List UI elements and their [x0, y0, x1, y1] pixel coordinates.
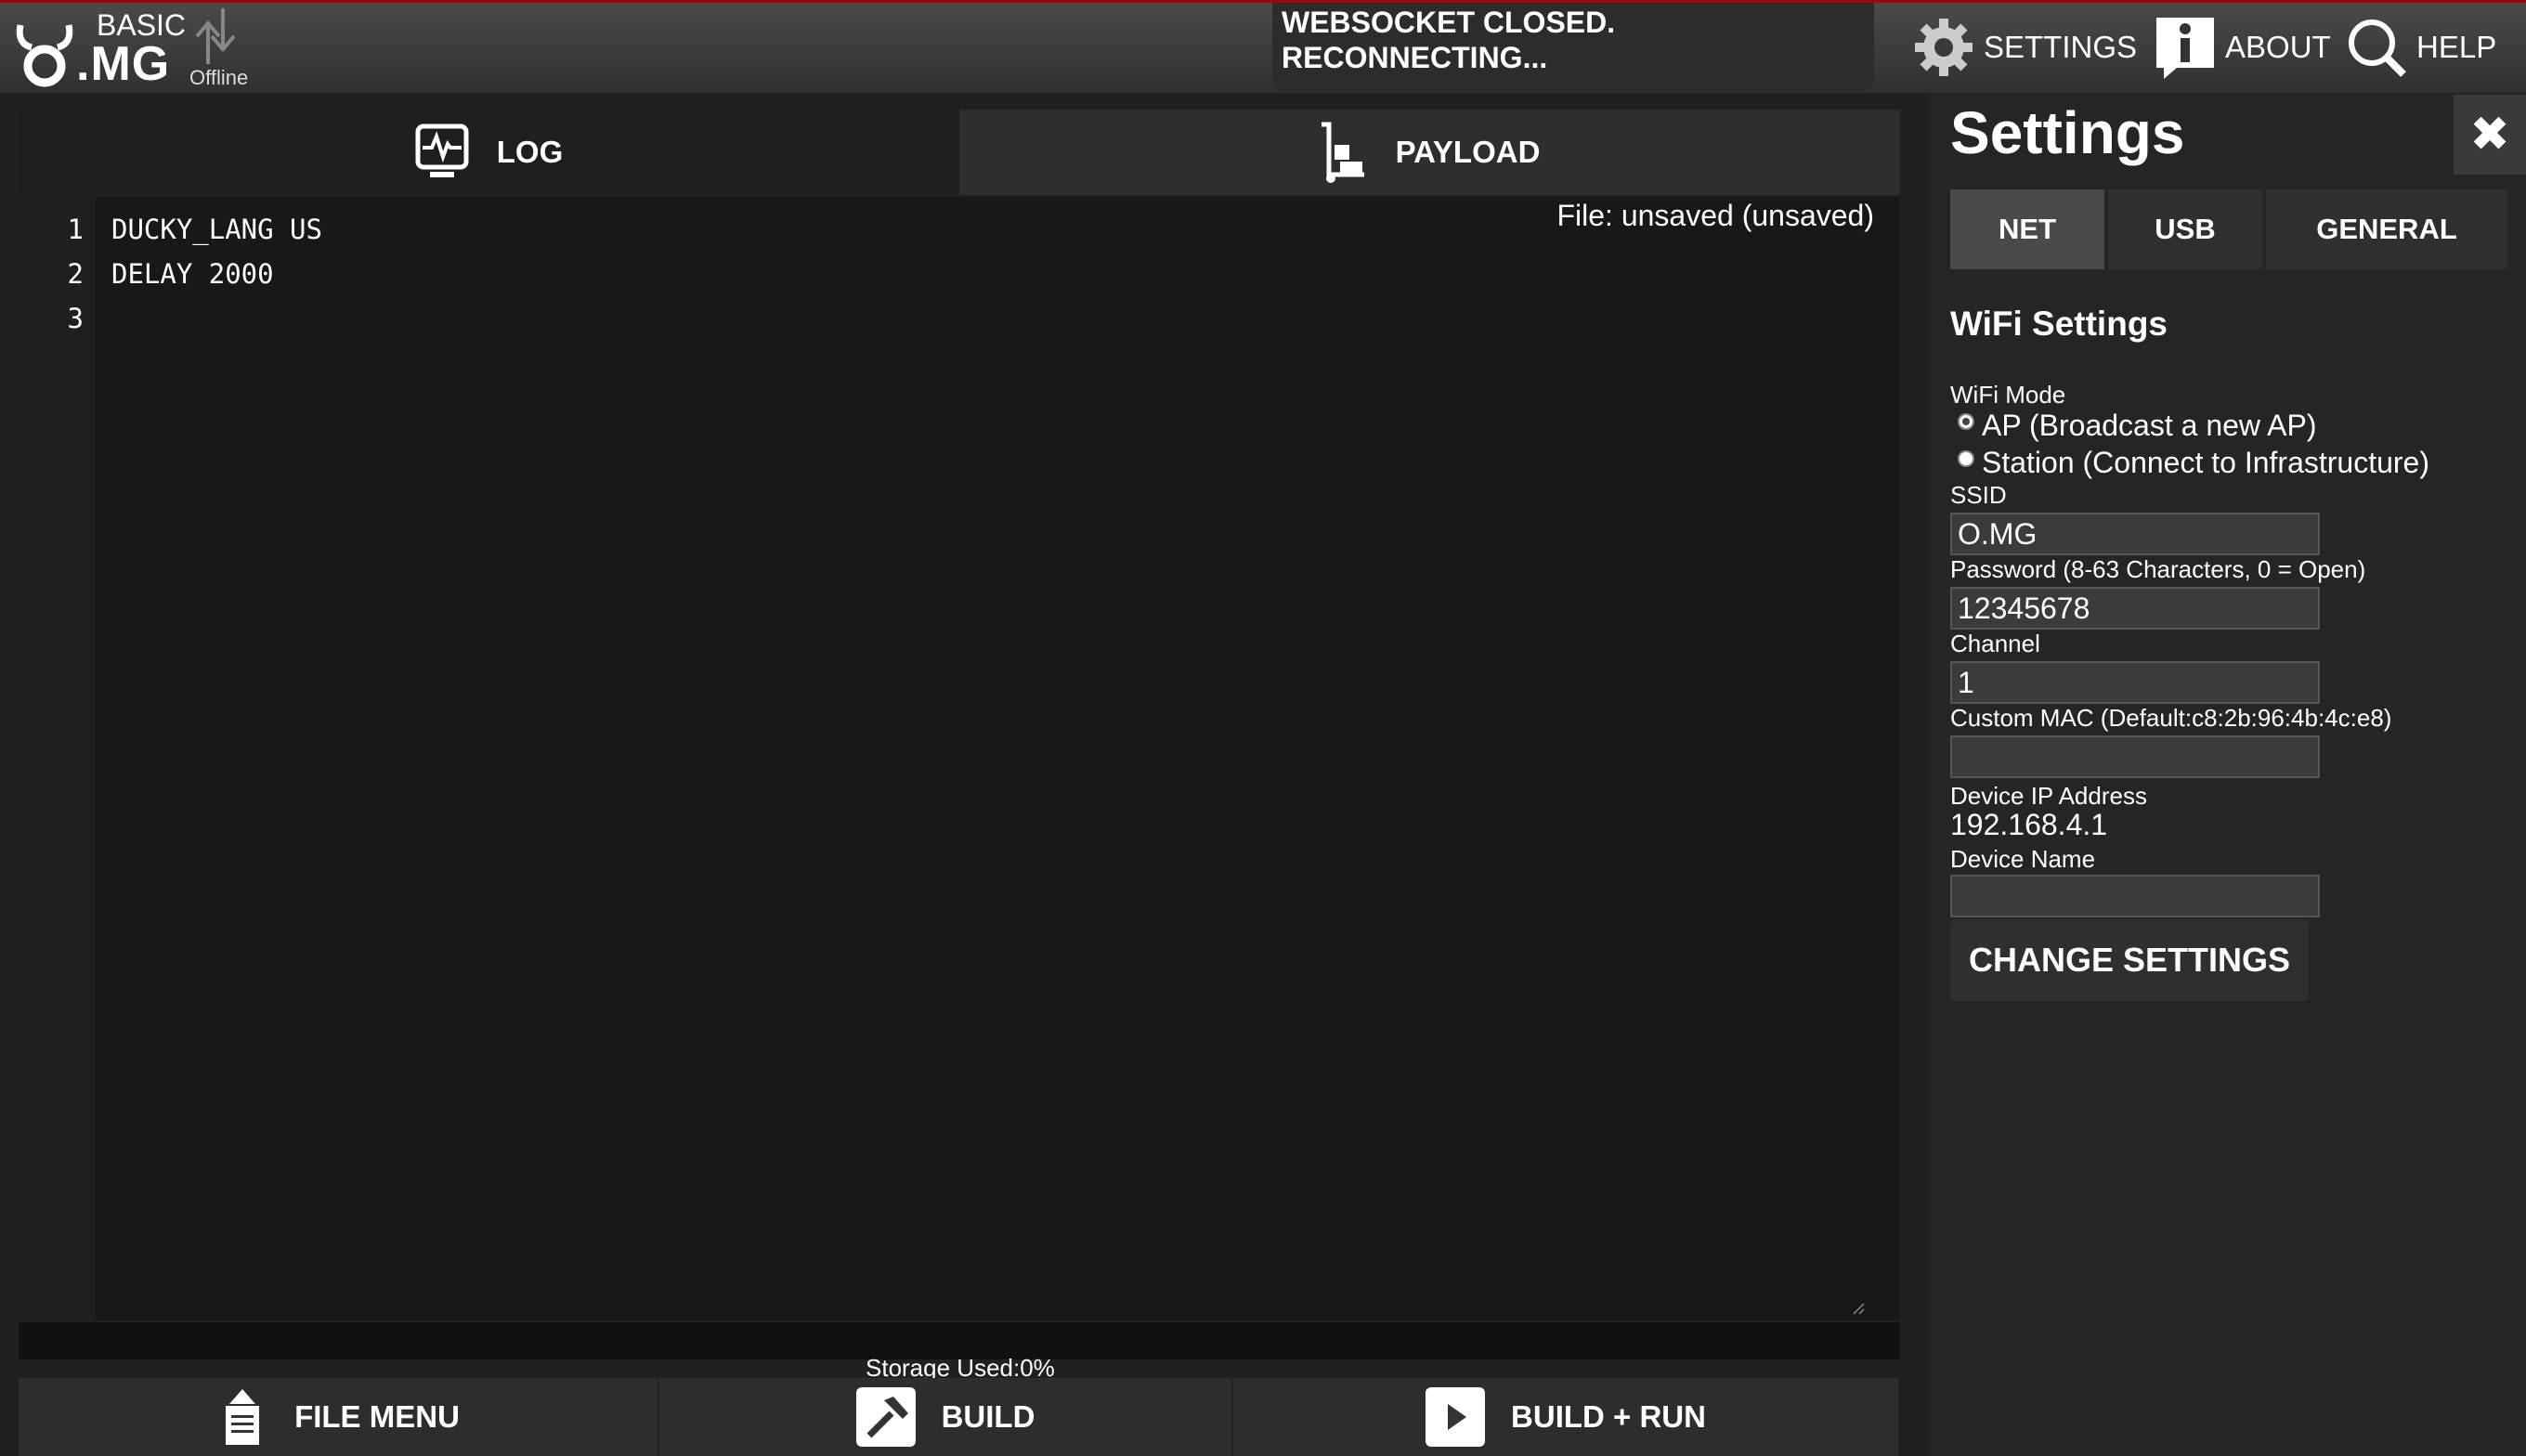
- build-run-label: BUILD + RUN: [1511, 1399, 1706, 1434]
- settings-nav-button[interactable]: SETTINGS: [1911, 14, 2137, 81]
- ap-radio-label: AP (Broadcast a new AP): [1982, 409, 2317, 442]
- wifi-mode-station-option[interactable]: Station (Connect to Infrastructure): [1958, 446, 2429, 480]
- custom-mac-label: Custom MAC (Default:c8:2b:96:4b:4c:e8): [1950, 704, 2392, 732]
- ap-radio[interactable]: [1958, 412, 1974, 430]
- resize-grip-icon[interactable]: [1852, 1302, 1865, 1315]
- help-nav-button[interactable]: HELP: [2344, 14, 2496, 81]
- wifi-mode-label: WiFi Mode: [1950, 381, 2066, 409]
- device-ip-label: Device IP Address: [1950, 782, 2147, 810]
- view-tabs: LOG PAYLOAD: [19, 110, 1900, 195]
- logo-omg-text: .MG: [76, 37, 171, 91]
- gear-icon: [1915, 19, 1973, 76]
- bottom-action-bar: FILE MENU BUILD BUILD + RUN: [19, 1378, 1900, 1456]
- about-nav-label: ABOUT: [2225, 30, 2331, 64]
- build-label: BUILD: [941, 1399, 1035, 1434]
- station-radio[interactable]: [1958, 449, 1974, 467]
- subtab-general[interactable]: GENERAL: [2266, 189, 2507, 269]
- tab-log[interactable]: LOG: [19, 110, 959, 195]
- tab-payload-label: PAYLOAD: [1395, 135, 1541, 169]
- file-status-label: File: unsaved (unsaved): [1556, 199, 1874, 232]
- websocket-status-banner: WEBSOCKET CLOSED. RECONNECTING...: [1272, 3, 1874, 92]
- search-help-icon: [2349, 20, 2406, 77]
- monitor-pulse-icon: [415, 124, 469, 177]
- subtab-usb[interactable]: USB: [2108, 189, 2262, 269]
- cable-horns-icon: [16, 24, 73, 87]
- connection-status: Offline: [189, 66, 249, 89]
- file-menu-label: FILE MENU: [294, 1399, 460, 1434]
- device-ip-value: 192.168.4.1: [1950, 808, 2108, 841]
- file-menu-button[interactable]: FILE MENU: [19, 1378, 659, 1456]
- play-icon: [1426, 1387, 1486, 1447]
- channel-label: Channel: [1950, 630, 2040, 657]
- hammer-icon: [855, 1387, 916, 1447]
- wifi-settings-heading: WiFi Settings: [1950, 305, 2168, 343]
- about-nav-button[interactable]: ABOUT: [2153, 14, 2331, 81]
- settings-nav-label: SETTINGS: [1984, 30, 2138, 64]
- help-nav-label: HELP: [2416, 30, 2497, 64]
- hand-truck-icon: [1321, 122, 1364, 183]
- change-settings-button[interactable]: CHANGE SETTINGS: [1950, 919, 2309, 1001]
- tab-payload[interactable]: PAYLOAD: [959, 110, 1900, 195]
- settings-subtabs: NET USB GENERAL: [1950, 189, 2511, 269]
- line-number: 1: [67, 214, 84, 245]
- line-number: 3: [67, 303, 84, 334]
- payload-code-editor[interactable]: 1 2 3 DUCKY_LANG US DELAY 2000 File: uns…: [19, 197, 1900, 1320]
- close-icon: ✖: [2469, 108, 2510, 162]
- ws-banner-line-2: RECONNECTING...: [1282, 41, 1548, 74]
- file-upload-icon: [226, 1389, 260, 1445]
- omg-logo[interactable]: BASIC .MG: [15, 6, 186, 91]
- build-button[interactable]: BUILD: [659, 1378, 1233, 1456]
- password-label: Password (8-63 Characters, 0 = Open): [1950, 555, 2366, 583]
- line-number-gutter: [19, 197, 95, 1320]
- channel-input[interactable]: [1950, 661, 2320, 704]
- ssid-label: SSID: [1950, 481, 2007, 509]
- settings-panel: Settings ✖ NET USB GENERAL WiFi Settings…: [1928, 93, 2526, 1456]
- password-input[interactable]: [1950, 587, 2320, 630]
- line-number: 2: [67, 258, 84, 290]
- subtab-net[interactable]: NET: [1950, 189, 2104, 269]
- transfer-arrows-icon: [195, 8, 236, 64]
- code-line[interactable]: DUCKY_LANG US: [111, 214, 322, 245]
- info-icon: [2156, 18, 2214, 79]
- ssid-input[interactable]: [1950, 513, 2320, 555]
- top-bar: BASIC .MG Offline WEBSOCKET CLOSED. RECO…: [0, 0, 2526, 93]
- close-settings-button[interactable]: ✖: [2454, 95, 2526, 175]
- tab-log-label: LOG: [496, 135, 564, 169]
- device-name-label: Device Name: [1950, 845, 2096, 873]
- wifi-mode-ap-option[interactable]: AP (Broadcast a new AP): [1958, 409, 2316, 443]
- device-name-input[interactable]: [1950, 875, 2320, 917]
- custom-mac-input[interactable]: [1950, 735, 2320, 778]
- code-line[interactable]: DELAY 2000: [111, 258, 274, 290]
- settings-title: Settings: [1950, 99, 2185, 166]
- ws-banner-line-1: WEBSOCKET CLOSED.: [1282, 6, 1616, 39]
- station-radio-label: Station (Connect to Infrastructure): [1982, 446, 2429, 479]
- build-run-button[interactable]: BUILD + RUN: [1233, 1378, 1900, 1456]
